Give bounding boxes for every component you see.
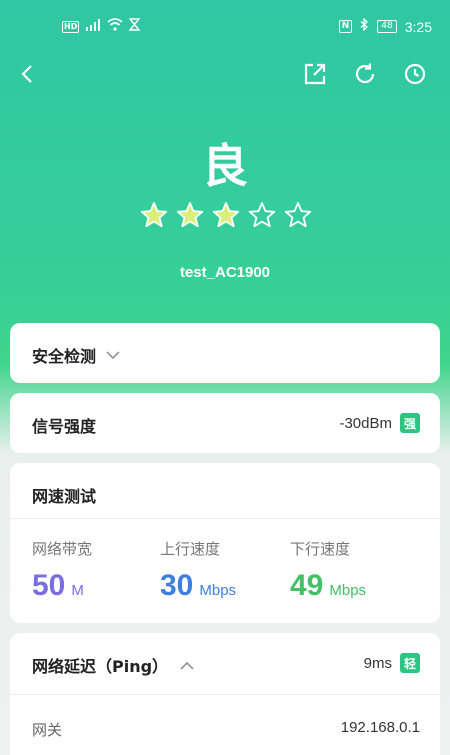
bandwidth-metric: 网络带宽 50 M — [32, 538, 92, 603]
back-button[interactable] — [14, 60, 42, 88]
gateway-label: 网关 — [32, 721, 63, 739]
refresh-button[interactable] — [351, 60, 379, 88]
gateway-value: 192.168.0.1 — [340, 719, 420, 736]
speed-test-card: 网速测试 网络带宽 50 M 上行速度 30 Mbps 下行速度 49 Mbps — [10, 463, 440, 623]
latency-card[interactable]: 网络延迟（Ping） 9ms 轻 网关 192.168.0.1 — [10, 633, 440, 755]
cellular-signal-icon — [85, 19, 101, 34]
star-filled-icon — [140, 201, 168, 229]
star-filled-icon — [176, 201, 204, 229]
chevron-up-icon — [180, 661, 194, 670]
latency-title: 网络延迟（Ping） — [32, 657, 169, 676]
speed-test-title: 网速测试 — [32, 487, 97, 506]
bandwidth-label: 网络带宽 — [32, 540, 93, 558]
share-icon — [304, 63, 326, 85]
wifi-ssid: test_AC1900 — [179, 264, 271, 281]
share-button[interactable] — [301, 60, 329, 88]
refresh-icon — [355, 63, 375, 84]
hd-badge: HD — [62, 20, 80, 33]
rating-stars — [140, 201, 312, 229]
upload-metric: 上行速度 30 Mbps — [160, 538, 236, 603]
battery-level: 48 — [381, 21, 393, 31]
wifi-icon — [107, 18, 123, 35]
battery-icon: 48 — [377, 20, 397, 33]
latency-tag: 轻 — [400, 653, 420, 673]
divider — [10, 694, 440, 695]
star-empty-icon — [284, 201, 312, 229]
download-value: 49 — [290, 569, 324, 602]
signal-strength-tag: 强 — [400, 413, 420, 433]
toolbar — [0, 56, 450, 92]
divider — [10, 518, 440, 519]
chevron-down-icon — [106, 350, 120, 359]
signal-strength-card: 信号强度 -30dBm 强 — [10, 393, 440, 453]
security-check-card[interactable]: 安全检测 — [10, 323, 440, 383]
upload-value: 30 — [160, 569, 194, 602]
bandwidth-value: 50 — [32, 569, 66, 602]
signal-strength-value: -30dBm — [339, 414, 392, 432]
upload-label: 上行速度 — [160, 540, 221, 558]
security-check-title: 安全检测 — [32, 347, 97, 366]
network-grade: 良 — [202, 139, 248, 193]
status-bar: HD N 48 3:25 — [0, 0, 450, 56]
star-empty-icon — [248, 201, 276, 229]
hourglass-icon — [128, 18, 141, 35]
download-metric: 下行速度 49 Mbps — [290, 538, 366, 603]
bluetooth-icon — [360, 17, 369, 35]
bandwidth-unit: M — [71, 582, 84, 599]
back-icon — [21, 65, 32, 83]
history-icon — [404, 63, 426, 85]
download-label: 下行速度 — [290, 540, 351, 558]
history-button[interactable] — [401, 60, 429, 88]
download-unit: Mbps — [329, 582, 367, 599]
nfc-icon: N — [338, 20, 353, 33]
signal-strength-title: 信号强度 — [32, 417, 97, 436]
clock: 3:25 — [404, 18, 432, 35]
upload-unit: Mbps — [199, 582, 237, 599]
star-filled-icon — [212, 201, 240, 229]
latency-value: 9ms — [363, 654, 392, 672]
